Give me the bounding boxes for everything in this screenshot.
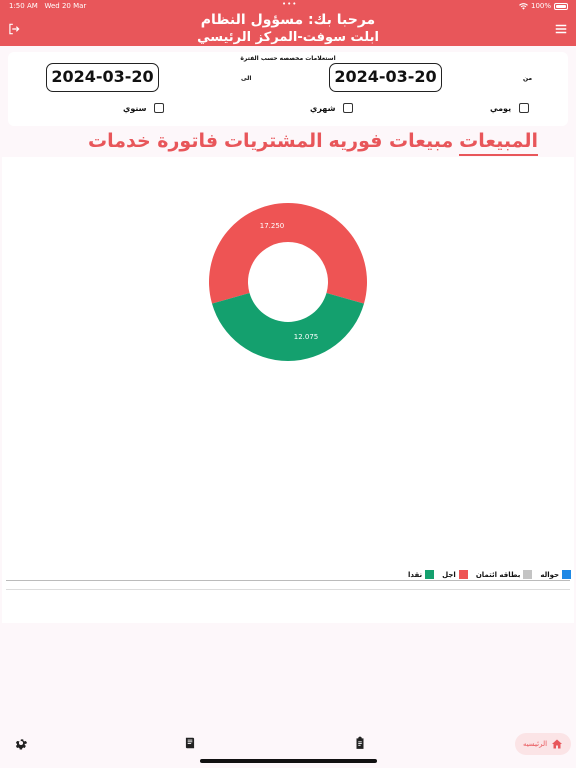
to-date-field[interactable]: 2024-03-20 [46,63,159,92]
donut-label-1: 12.075 [294,333,319,341]
donut-label-0: 17.250 [260,222,285,230]
bottom-divider [6,589,570,590]
legend-credit-label: اجل [442,570,456,579]
daily-label: يومي [490,103,512,113]
yearly-label: سنوي [123,103,147,113]
tab-service-invoice[interactable]: فاتورة خدمات [88,130,218,156]
donut-slice-0 [209,202,367,304]
home-indicator [200,759,377,763]
legend-divider [6,580,570,581]
nav-home-label: الرئيسيه [522,740,548,748]
tab-instant-sales[interactable]: مبيعات فوريه [328,130,453,156]
monthly-label: شهري [310,103,336,113]
donut-slice-1 [212,292,364,361]
legend-credit-swatch [458,570,468,579]
legend-credit: اجل [442,570,468,579]
report-tabs: المبيعات مبيعات فوريه المشتريات فاتورة خ… [88,130,538,156]
daily-checkbox[interactable] [519,103,530,113]
donut-chart: 17.250 12.075 [209,202,367,361]
legend-card-swatch [523,570,533,579]
multitask-dots: ••• [282,0,298,8]
status-bar: 1:50 AM Wed 20 Mar ••• 100% [0,0,576,12]
gear-icon[interactable] [14,736,28,750]
clipboard-icon[interactable] [353,736,367,750]
nav-home-button[interactable]: الرئيسيه [515,733,571,755]
greeting-title: مرحبا بك: مسؤول النظام [200,12,376,28]
legend-cash-label: نقدا [408,570,423,579]
battery-percent: 100% [530,2,551,10]
legend-transfer: حواله [540,570,572,579]
date-filter-card: استعلامات مخصصه حسب الفترة 2024-03-20 ال… [8,52,568,126]
status-right: 100% [519,2,568,10]
status-time: 1:50 AM Wed 20 Mar [9,2,87,10]
wifi-icon [519,2,528,10]
chart-panel: 17.250 12.075 نقدا اجل بطاقه ائتمان حواله [2,157,574,623]
company-title: ابلت سوفت-المركز الرئيسي [197,30,379,45]
from-date-field[interactable]: 2024-03-20 [329,63,442,92]
from-label: من [523,75,533,82]
monthly-checkbox[interactable] [343,103,354,113]
menu-icon[interactable] [554,22,568,36]
tab-sales[interactable]: المبيعات [459,130,538,156]
filter-caption: استعلامات مخصصه حسب الفترة [240,55,336,62]
period-daily[interactable]: يومي [490,103,530,113]
to-label: الى [241,75,252,82]
chart-legend: نقدا اجل بطاقه ائتمان حواله [408,570,572,579]
period-yearly[interactable]: سنوي [123,103,165,113]
legend-transfer-swatch [562,570,572,579]
home-icon [552,739,563,749]
yearly-checkbox[interactable] [154,103,165,113]
battery-icon [554,2,568,10]
period-monthly[interactable]: شهري [310,103,354,113]
legend-transfer-label: حواله [540,570,560,579]
tab-purchases[interactable]: المشتريات [224,130,323,156]
app-header: مرحبا بك: مسؤول النظام ابلت سوفت-المركز … [0,12,576,46]
legend-cash: نقدا [408,570,435,579]
book-icon[interactable] [183,736,197,750]
legend-card-label: بطاقه ائتمان [475,570,521,579]
legend-cash-swatch [425,570,435,579]
legend-card: بطاقه ائتمان [476,570,533,579]
